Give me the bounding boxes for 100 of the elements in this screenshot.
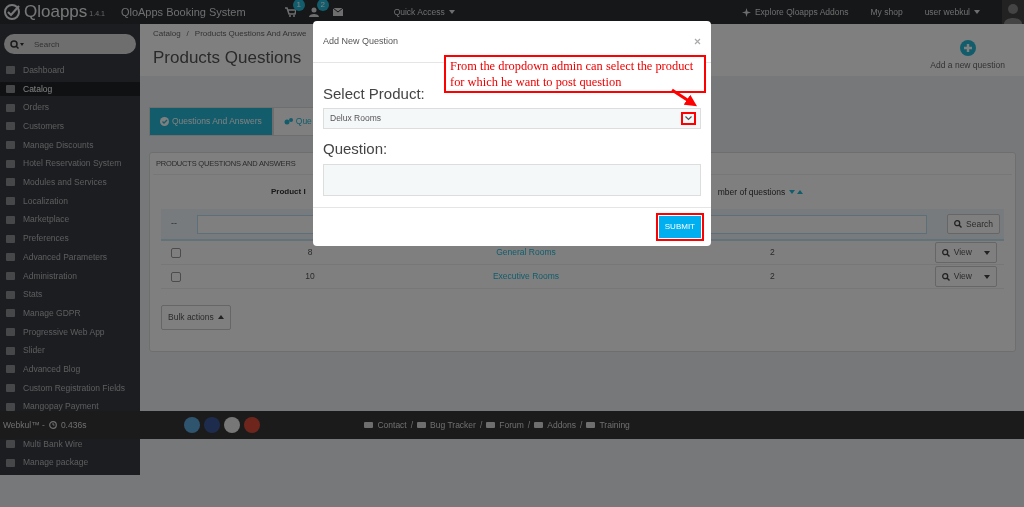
plus-icon [959, 40, 976, 56]
zoom-icon [941, 248, 950, 257]
close-icon[interactable] [694, 38, 701, 45]
square-icon [6, 197, 15, 206]
chevron-icon [685, 116, 692, 121]
circle-icon[interactable] [224, 417, 241, 433]
square-icon [6, 234, 15, 243]
square-icon [6, 271, 15, 280]
avatar-icon[interactable] [1002, 0, 1024, 24]
sidebar-item[interactable]: Stats [0, 287, 140, 302]
column-header: mber of questions [717, 185, 786, 199]
square-icon [6, 365, 15, 374]
sidebar-item[interactable]: Advanced Parameters [0, 250, 140, 265]
field-label: Select Product: [323, 85, 425, 103]
breadcrumb-separator: / [186, 28, 189, 40]
submit-button[interactable]: SUBMIT [658, 216, 701, 238]
square-icon [6, 384, 15, 393]
product-link[interactable]: General Rooms [486, 246, 566, 259]
footer-link[interactable]: Training [599, 418, 630, 432]
row-checkbox[interactable] [171, 247, 181, 258]
square-icon [6, 402, 15, 411]
footer-link[interactable]: Forum [499, 418, 524, 432]
square-icon [6, 141, 15, 150]
sidebar-item[interactable]: Manage GDPR [0, 306, 140, 321]
logo-text: Qloapps [24, 1, 88, 24]
zoom-icon [941, 272, 950, 281]
count-badge: 1 [292, 0, 305, 11]
square-icon [6, 440, 15, 449]
square-icon [6, 85, 15, 94]
cart-icon[interactable] [283, 6, 296, 18]
clock-icon [48, 421, 57, 429]
check-circle-icon [160, 117, 169, 127]
tab[interactable]: Questions And Answers [149, 107, 273, 136]
column-header: Product I [271, 186, 306, 198]
load-time: 0.436s [60, 418, 87, 432]
table-cell: 2 [770, 270, 775, 283]
bulk-actions-button[interactable]: Bulk actions [161, 305, 231, 330]
user-menu[interactable]: user webkul [924, 5, 980, 19]
credit-text: Webkul™ - [3, 418, 45, 432]
sidebar-item[interactable]: Orders [0, 100, 140, 115]
add-question-button[interactable]: Add a new question [924, 28, 1011, 72]
view-button[interactable]: View [934, 266, 997, 287]
table-cell: 2 [770, 246, 775, 259]
footer-link[interactable]: Bug Tracker [430, 418, 476, 432]
sidebar-item[interactable]: Manage Discounts [0, 138, 140, 153]
caret-icon [984, 274, 990, 279]
link-separator: / [479, 418, 483, 432]
sidebar-item[interactable]: Catalog [0, 82, 140, 97]
footer-link[interactable]: Contact [377, 418, 407, 432]
square-icon [6, 178, 15, 187]
breadcrumb-link[interactable]: Catalog [153, 28, 181, 40]
caret-icon [984, 250, 990, 255]
square-icon [6, 290, 15, 299]
mail-icon[interactable] [331, 6, 344, 18]
circle-icon[interactable] [184, 417, 201, 433]
top-link[interactable]: My shop [870, 5, 903, 19]
square-icon [6, 122, 15, 131]
top-link[interactable]: Explore Qloapps Addons [754, 5, 849, 19]
breadcrumb-link[interactable]: Products Questions And Answe [194, 28, 307, 40]
check-circle-icon [4, 3, 22, 21]
sidebar-item[interactable]: Modules and Services [0, 175, 140, 190]
square-icon [6, 66, 15, 75]
caret-icon [217, 315, 224, 320]
product-select[interactable]: Delux Rooms [323, 108, 701, 129]
shop-title[interactable]: QloApps Booking System [120, 3, 246, 21]
caret-icon [974, 10, 980, 14]
search-button[interactable]: Search [947, 213, 1000, 235]
modal-title: Add New Question [323, 34, 399, 48]
square-icon [6, 159, 15, 168]
product-link[interactable]: Executive Rooms [486, 270, 566, 283]
person-icon[interactable] [307, 6, 320, 18]
link-separator: / [527, 418, 531, 432]
sidebar-item[interactable]: Advanced Blog [0, 362, 140, 377]
sidebar-item[interactable]: Dashboard [0, 63, 140, 78]
search-icon [954, 220, 963, 228]
sidebar-item[interactable]: Localization [0, 194, 140, 209]
table-cell-text: 8 [306, 246, 314, 259]
question-field[interactable] [323, 164, 701, 196]
sidebar-item[interactable]: Mangopay Payment [0, 399, 140, 414]
sidebar-item[interactable]: Marketplace [0, 212, 140, 227]
filter-text: -- [171, 217, 177, 231]
sidebar-item[interactable]: Administration [0, 268, 140, 283]
square-icon [6, 253, 15, 262]
page-title: Products Questions [153, 47, 303, 69]
sidebar-item[interactable]: Preferences [0, 231, 140, 246]
search-icon [10, 40, 24, 49]
link-separator: / [580, 418, 583, 432]
view-button[interactable]: View [934, 242, 997, 263]
caret-icon [448, 10, 455, 14]
sparkle-icon [741, 7, 751, 17]
square-icon [6, 458, 15, 467]
sort-icon[interactable] [789, 189, 804, 195]
sidebar-item[interactable]: Manage package [0, 455, 140, 470]
annotation-callout: From the dropdown admin can select the product for which he want to post question [444, 55, 706, 93]
footer-link[interactable]: Addons [547, 418, 577, 432]
table-cell-text: 10 [304, 270, 316, 283]
square-icon [6, 327, 15, 336]
square-icon [6, 103, 15, 112]
row-checkbox[interactable] [171, 271, 181, 282]
quick-access-menu[interactable]: Quick Access [393, 5, 455, 19]
